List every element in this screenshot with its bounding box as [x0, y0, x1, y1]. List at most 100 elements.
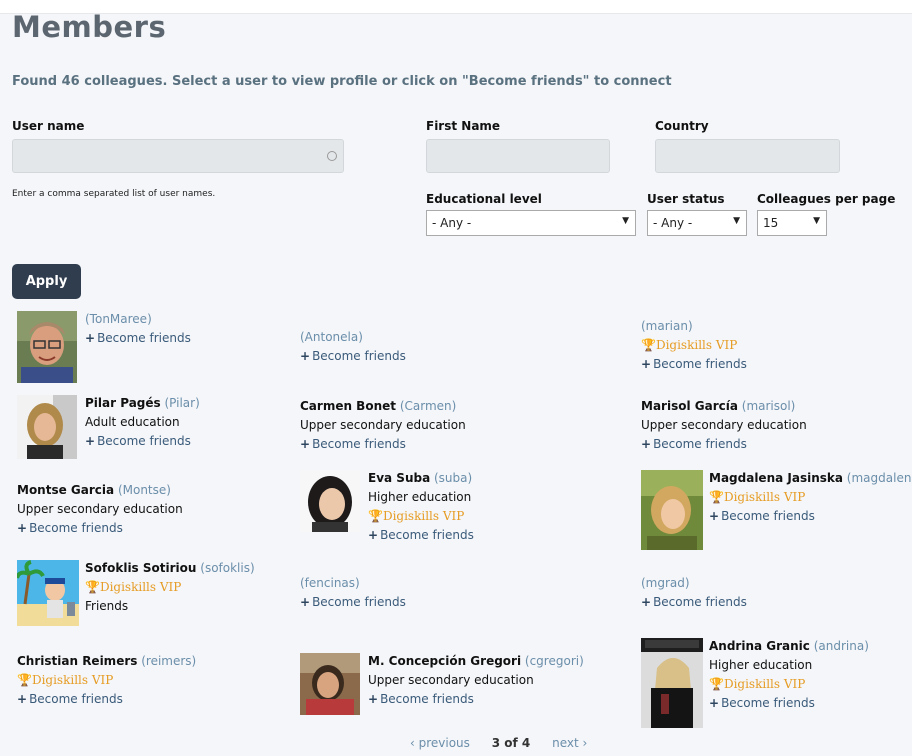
become-friends-link[interactable]: + Become friends [17, 519, 183, 538]
become-friends-label: Become friends [29, 692, 123, 706]
member-username[interactable]: (magdalena [847, 471, 912, 485]
member-education: Upper secondary education [300, 418, 466, 432]
plus-icon: + [368, 528, 379, 542]
member-username[interactable]: (andrina) [814, 639, 869, 653]
member-username[interactable]: (Pilar) [164, 396, 199, 410]
become-friends-label: Become friends [653, 357, 747, 371]
become-friends-label: Become friends [721, 696, 815, 710]
member-avatar[interactable] [17, 395, 77, 459]
member-username[interactable]: (suba) [434, 471, 472, 485]
become-friends-link[interactable]: + Become friends [709, 694, 869, 713]
member-card: (mgrad) + Become friends [641, 574, 747, 612]
become-friends-link[interactable]: + Become friends [641, 435, 807, 454]
member-name[interactable]: Magdalena Jasinska [709, 471, 843, 485]
pager: ‹ previous 3 of 4 next › [410, 736, 587, 750]
member-username[interactable]: (mgrad) [641, 576, 690, 590]
member-avatar[interactable] [641, 470, 703, 550]
become-friends-link[interactable]: + Become friends [641, 593, 747, 612]
member-name-line: Christian Reimers (reimers) [17, 652, 196, 671]
per-page-select[interactable]: 15 ▼ [757, 210, 827, 236]
member-username[interactable]: (Montse) [118, 483, 171, 497]
member-card: (TonMaree) + Become friends [85, 310, 191, 348]
dropdown-arrow-icon: ▼ [813, 216, 820, 226]
member-card: Montse Garcia (Montse) Upper secondary ed… [17, 481, 183, 538]
member-avatar[interactable] [17, 311, 77, 383]
member-username[interactable]: (sofoklis) [200, 561, 254, 575]
plus-icon: + [641, 357, 652, 371]
apply-button[interactable]: Apply [12, 264, 81, 299]
member-card: Pilar Pagés (Pilar) Adult education + Becom… [85, 394, 200, 451]
member-avatar[interactable] [300, 470, 360, 532]
member-name[interactable]: Carmen Bonet [300, 399, 396, 413]
member-education: Higher education [709, 658, 813, 672]
member-name[interactable]: Christian Reimers [17, 654, 137, 668]
become-friends-link[interactable]: + Become friends [709, 507, 912, 526]
member-name-line: (TonMaree) [85, 310, 191, 329]
member-username[interactable]: (cgregori) [525, 654, 584, 668]
member-username[interactable]: (Antonela) [300, 330, 363, 344]
member-card: Marisol García (marisol) Upper secondary … [641, 397, 807, 454]
member-name-line: Montse Garcia (Montse) [17, 481, 183, 500]
member-name[interactable]: Andrina Granic [709, 639, 810, 653]
vip-badge: 🏆Digiskills VIP [17, 671, 196, 690]
vip-badge: 🏆Digiskills VIP [641, 336, 747, 355]
member-name-line: M. Concepción Gregori (cgregori) [368, 652, 584, 671]
become-friends-label: Become friends [380, 692, 474, 706]
per-page-label: Colleagues per page [757, 192, 896, 206]
become-friends-link[interactable]: + Become friends [85, 329, 191, 348]
member-username[interactable]: (reimers) [141, 654, 196, 668]
username-input[interactable] [12, 139, 344, 173]
become-friends-link[interactable]: + Become friends [641, 355, 747, 374]
member-name[interactable]: Sofoklis Sotiriou [85, 561, 196, 575]
vip-badge: 🏆Digiskills VIP [709, 675, 869, 694]
member-name-line: Magdalena Jasinska (magdalena [709, 469, 912, 488]
member-name[interactable]: Pilar Pagés [85, 396, 161, 410]
firstname-input[interactable] [426, 139, 610, 173]
member-avatar[interactable] [17, 560, 79, 626]
member-name-line: (fencinas) [300, 574, 406, 593]
member-name-line: Marisol García (marisol) [641, 397, 807, 416]
member-name[interactable]: Montse Garcia [17, 483, 114, 497]
member-card: (fencinas) + Become friends [300, 574, 406, 612]
member-education: Upper secondary education [17, 502, 183, 516]
vip-label: Digiskills VIP [655, 338, 738, 352]
become-friends-label: Become friends [97, 434, 191, 448]
next-page-link[interactable]: next › [552, 736, 587, 750]
member-username[interactable]: (marian) [641, 319, 693, 333]
become-friends-link[interactable]: + Become friends [300, 593, 406, 612]
become-friends-link[interactable]: + Become friends [368, 690, 584, 709]
previous-page-link[interactable]: ‹ previous [410, 736, 470, 750]
country-input[interactable] [655, 139, 840, 173]
edu-level-value: - Any - [432, 216, 472, 230]
member-username[interactable]: (marisol) [742, 399, 796, 413]
user-status-select[interactable]: - Any - ▼ [647, 210, 747, 236]
plus-icon: + [368, 692, 379, 706]
vip-label: Digiskills VIP [723, 677, 806, 691]
member-name[interactable]: Eva Suba [368, 471, 430, 485]
member-username[interactable]: (Carmen) [400, 399, 457, 413]
member-name[interactable]: M. Concepción Gregori [368, 654, 521, 668]
become-friends-link[interactable]: + Become friends [85, 432, 200, 451]
trophy-icon: 🏆 [368, 509, 383, 523]
member-name-line: Carmen Bonet (Carmen) [300, 397, 466, 416]
friendship-status: Friends [85, 599, 129, 613]
member-avatar[interactable] [641, 638, 703, 728]
dropdown-arrow-icon: ▼ [733, 216, 740, 226]
become-friends-link[interactable]: + Become friends [300, 347, 406, 366]
trophy-icon: 🏆 [709, 490, 724, 504]
member-card: Sofoklis Sotiriou (sofoklis) 🏆Digiskills … [85, 559, 255, 616]
plus-icon: + [17, 521, 28, 535]
member-name[interactable]: Marisol García [641, 399, 738, 413]
member-avatar[interactable] [300, 653, 360, 715]
autocomplete-icon [327, 151, 337, 161]
firstname-label: First Name [426, 119, 501, 133]
become-friends-link[interactable]: + Become friends [300, 435, 466, 454]
member-username[interactable]: (TonMaree) [85, 312, 152, 326]
member-username[interactable]: (fencinas) [300, 576, 360, 590]
trophy-icon: 🏆 [709, 677, 724, 691]
become-friends-link[interactable]: + Become friends [17, 690, 196, 709]
become-friends-link[interactable]: + Become friends [368, 526, 474, 545]
edu-level-select[interactable]: - Any - ▼ [426, 210, 636, 236]
member-education: Upper secondary education [368, 673, 534, 687]
member-name-line: (mgrad) [641, 574, 747, 593]
